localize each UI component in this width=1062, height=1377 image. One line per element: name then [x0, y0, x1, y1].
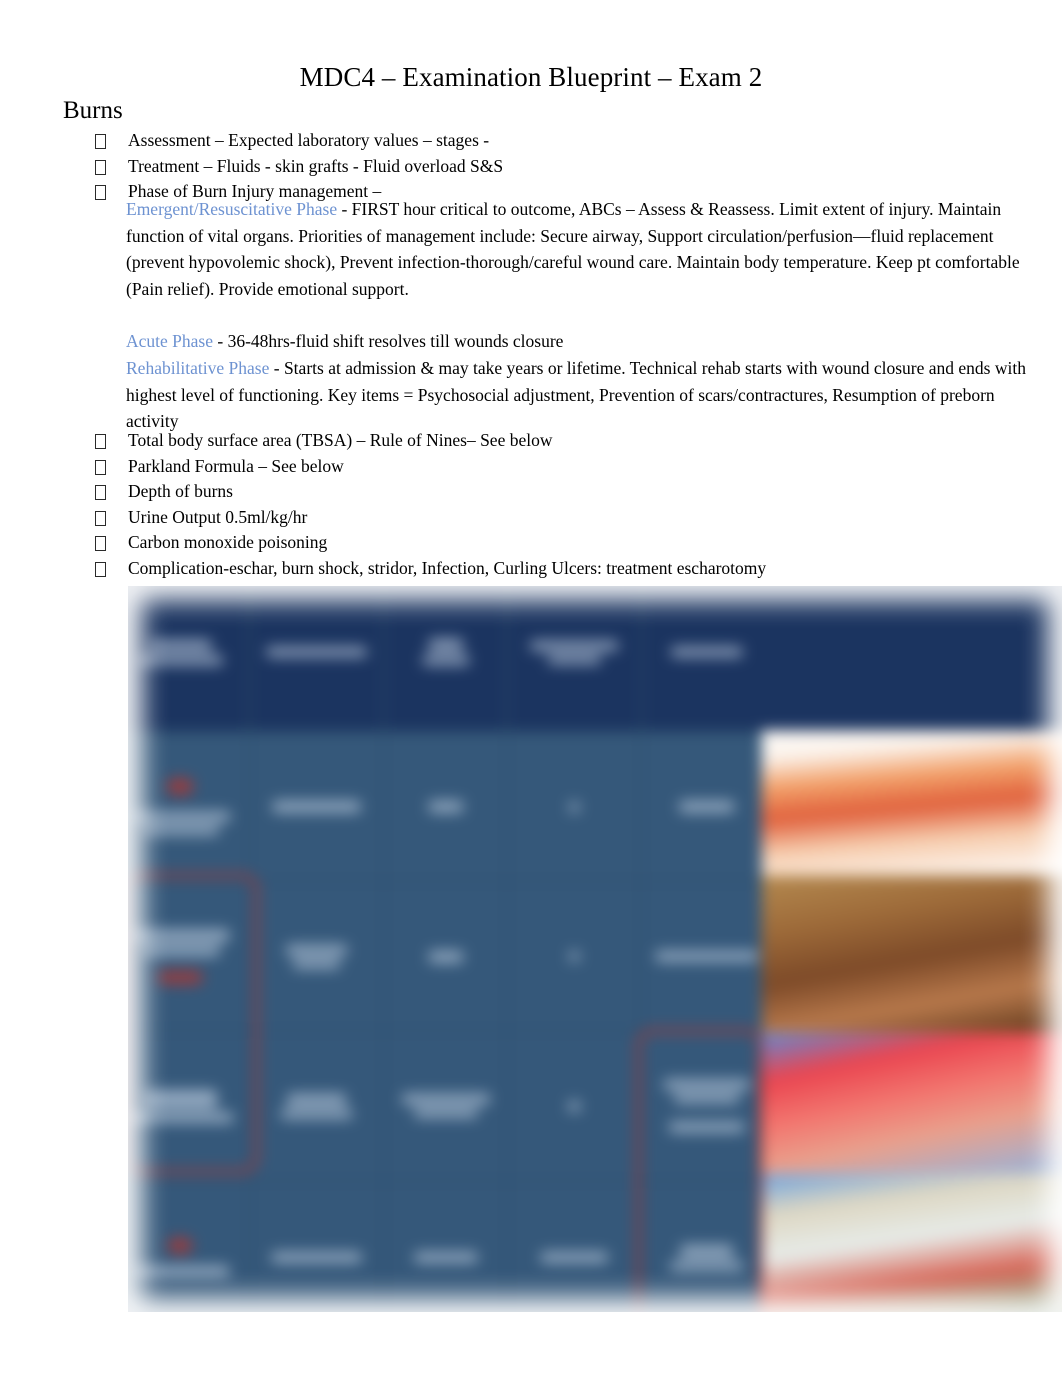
table-row	[642, 732, 770, 881]
list-item-label: Parkland Formula – See below	[128, 455, 344, 476]
list-item: Assessment – Expected laboratory values …	[63, 128, 1043, 154]
bullet-glyph-icon	[95, 536, 106, 551]
list-item: Complication-eschar, burn shock, stridor…	[63, 556, 1043, 582]
bullet-glyph-icon	[95, 510, 106, 526]
list-item: Total body surface area (TBSA) – Rule of…	[63, 428, 1043, 454]
section-heading-burns: Burns	[63, 97, 123, 124]
table-header-strip	[761, 586, 1062, 731]
list-item: Depth of burns	[63, 479, 1043, 505]
list-item-label: Carbon monoxide poisoning	[128, 532, 328, 552]
table-row	[508, 1181, 641, 1312]
bullet-list-lower: Total body surface area (TBSA) – Rule of…	[63, 428, 1043, 581]
burn-phase-descriptions: Emergent/Resuscitative Phase - FIRST hou…	[126, 196, 1026, 435]
acute-phase-paragraph: Acute Phase - 36-48hrs-fluid shift resol…	[126, 328, 1026, 355]
bullet-glyph-icon	[95, 134, 106, 149]
emergent-phase-paragraph: Emergent/Resuscitative Phase - FIRST hou…	[126, 196, 1026, 302]
rehabilitative-phase-label: Rehabilitative Phase	[126, 357, 270, 378]
list-item-label: Complication-eschar, burn shock, stridor…	[128, 557, 767, 578]
table-header-cell	[642, 586, 770, 731]
list-item-label: Treatment – Fluids - skin grafts - Fluid…	[128, 155, 504, 176]
table-row	[128, 1181, 249, 1312]
list-item-label: Depth of burns	[128, 481, 233, 501]
list-item: Urine Output 0.5ml/kg/hr	[63, 505, 1043, 531]
bullet-glyph-icon	[95, 485, 106, 500]
list-item: Carbon monoxide poisoning	[63, 530, 1043, 556]
bullet-list-top: Assessment – Expected laboratory values …	[63, 128, 1043, 205]
table-row	[384, 732, 506, 881]
rehabilitative-phase-paragraph: Rehabilitative Phase - Starts at admissi…	[126, 355, 1026, 435]
bullet-glyph-icon	[95, 459, 106, 475]
table-row	[384, 1031, 506, 1180]
table-row	[384, 1181, 506, 1312]
table-row	[508, 732, 641, 881]
list-item-label: Total body surface area (TBSA) – Rule of…	[128, 430, 553, 450]
bullet-glyph-icon	[95, 561, 106, 577]
list-item: Treatment – Fluids - skin grafts - Fluid…	[63, 154, 1043, 180]
table-row	[250, 882, 383, 1030]
embedded-burn-table-image	[128, 586, 1062, 1312]
list-item-label: Assessment – Expected laboratory values …	[128, 130, 490, 150]
acute-phase-label: Acute Phase	[126, 331, 213, 352]
table-row	[384, 882, 506, 1030]
burn-photo	[761, 875, 1062, 1033]
list-item: Parkland Formula – See below	[63, 454, 1043, 480]
table-row	[642, 882, 770, 1030]
table-row	[508, 882, 641, 1030]
burn-photo	[761, 1173, 1062, 1312]
red-annotation-box	[128, 873, 259, 1174]
table-header-cell	[508, 586, 641, 731]
document-page: MDC4 – Examination Blueprint – Exam 2 Bu…	[0, 0, 1062, 1377]
blurred-screenshot	[128, 586, 1062, 1312]
bullet-glyph-icon	[95, 185, 106, 200]
table-row	[250, 732, 383, 881]
table-row	[508, 1031, 641, 1180]
table-row	[250, 1181, 383, 1312]
acute-phase-body: - 36-48hrs-fluid shift resolves till wou…	[213, 331, 564, 352]
table-row	[128, 732, 249, 881]
table-row	[250, 1031, 383, 1180]
list-item-label: Urine Output 0.5ml/kg/hr	[128, 506, 308, 527]
table-header-cell	[250, 586, 383, 731]
table-header-cell	[384, 586, 506, 731]
page-title: MDC4 – Examination Blueprint – Exam 2	[299, 62, 763, 92]
burn-photo	[761, 730, 1062, 876]
burn-photo	[761, 1032, 1062, 1174]
red-annotation-box	[636, 1028, 763, 1312]
table-header-cell	[128, 586, 249, 731]
bullet-glyph-icon	[95, 434, 106, 449]
emergent-phase-label: Emergent/Resuscitative Phase	[126, 199, 338, 219]
bullet-glyph-icon	[95, 159, 106, 175]
